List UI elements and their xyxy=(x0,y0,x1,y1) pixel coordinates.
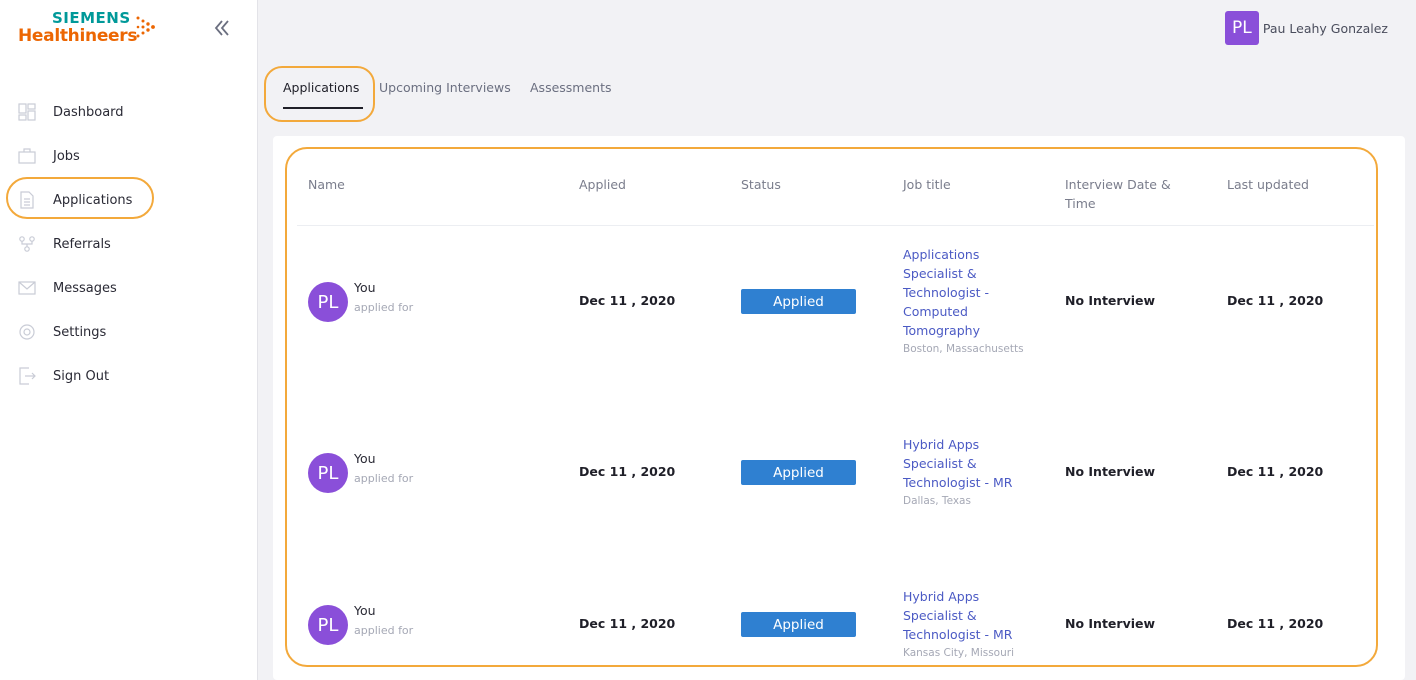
referrals-icon xyxy=(18,235,36,253)
job-location: Kansas City, Missouri xyxy=(903,647,1014,659)
logo-dots-icon xyxy=(136,16,155,38)
interview-status: No Interview xyxy=(1065,293,1156,308)
column-header-interview[interactable]: Interview Date & Time xyxy=(1065,175,1195,213)
applicant-name: You xyxy=(354,451,376,466)
applicant-subtext: applied for xyxy=(354,301,414,314)
sidebar-item-sign-out[interactable]: Sign Out xyxy=(0,354,258,398)
sidebar-item-label: Sign Out xyxy=(53,368,110,384)
sidebar-item-jobs[interactable]: Jobs xyxy=(0,134,258,178)
gear-icon xyxy=(18,323,36,341)
applicant-name: You xyxy=(354,603,376,618)
job-title-link[interactable]: Applications Specialist & Technologist -… xyxy=(903,245,1033,340)
applicant-subtext: applied for xyxy=(354,472,414,485)
sidebar-item-label: Messages xyxy=(53,280,117,296)
sidebar-item-dashboard[interactable]: Dashboard xyxy=(0,90,258,134)
tab-assessments[interactable]: Assessments xyxy=(530,80,612,95)
status-badge: Applied xyxy=(741,460,856,485)
job-location: Boston, Massachusetts xyxy=(903,343,1024,355)
applied-date: Dec 11 , 2020 xyxy=(579,293,676,308)
tab-applications[interactable]: Applications xyxy=(283,80,359,95)
applied-date: Dec 11 , 2020 xyxy=(579,616,676,631)
user-avatar: PL xyxy=(1224,11,1259,45)
last-updated-date: Dec 11 , 2020 xyxy=(1227,464,1324,479)
briefcase-icon xyxy=(18,147,36,165)
active-tab-underline xyxy=(283,107,363,109)
job-title-link[interactable]: Hybrid Apps Specialist & Technologist - … xyxy=(903,587,1033,644)
envelope-icon xyxy=(18,279,36,297)
column-header-name[interactable]: Name xyxy=(308,175,345,194)
status-badge: Applied xyxy=(741,289,856,314)
avatar: PL xyxy=(308,453,348,493)
user-menu[interactable]: PL Pau Leahy Gonzalez xyxy=(1224,11,1388,45)
dashboard-icon xyxy=(18,103,36,121)
double-chevron-left-icon xyxy=(214,20,229,36)
sidebar-item-referrals[interactable]: Referrals xyxy=(0,222,258,266)
sidebar-item-messages[interactable]: Messages xyxy=(0,266,258,310)
applications-nav-highlight xyxy=(6,177,154,219)
table-header-divider xyxy=(297,225,1374,226)
interview-status: No Interview xyxy=(1065,616,1156,631)
status-badge: Applied xyxy=(741,612,856,637)
applicant-name: You xyxy=(354,280,376,295)
column-header-last-updated[interactable]: Last updated xyxy=(1227,175,1309,194)
job-location: Dallas, Texas xyxy=(903,495,971,507)
sidebar-item-label: Jobs xyxy=(53,148,80,164)
interview-status: No Interview xyxy=(1065,464,1156,479)
avatar: PL xyxy=(308,282,348,322)
column-header-job-title[interactable]: Job title xyxy=(903,175,951,194)
user-name: Pau Leahy Gonzalez xyxy=(1262,20,1388,36)
logo-text-top: SIEMENS xyxy=(52,9,131,27)
sidebar-item-label: Referrals xyxy=(53,236,111,252)
tab-upcoming-interviews[interactable]: Upcoming Interviews xyxy=(379,80,511,95)
applied-date: Dec 11 , 2020 xyxy=(579,464,676,479)
job-title-link[interactable]: Hybrid Apps Specialist & Technologist - … xyxy=(903,435,1033,492)
column-header-applied[interactable]: Applied xyxy=(579,175,626,194)
logo-text-bottom: Healthineers xyxy=(18,26,138,46)
sidebar-item-label: Settings xyxy=(53,324,107,340)
avatar: PL xyxy=(308,605,348,645)
sidebar-item-settings[interactable]: Settings xyxy=(0,310,258,354)
applicant-subtext: applied for xyxy=(354,624,414,637)
column-header-status[interactable]: Status xyxy=(741,175,781,194)
last-updated-date: Dec 11 , 2020 xyxy=(1227,293,1324,308)
sign-out-icon xyxy=(18,367,36,385)
last-updated-date: Dec 11 , 2020 xyxy=(1227,616,1324,631)
sidebar-item-label: Dashboard xyxy=(53,104,124,120)
collapse-sidebar-button[interactable] xyxy=(210,16,234,40)
